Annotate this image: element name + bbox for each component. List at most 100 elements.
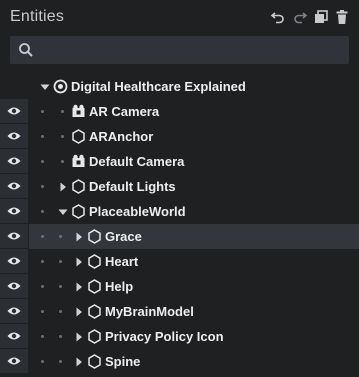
hexagon-entity-icon <box>71 204 86 219</box>
entity-label: Privacy Policy Icon <box>105 329 224 344</box>
visibility-toggle[interactable] <box>0 249 28 274</box>
chevron-down-icon[interactable] <box>57 205 69 217</box>
visibility-toggle[interactable] <box>0 274 28 299</box>
tree-row-content: Default Lights <box>29 174 359 199</box>
tree-row-content: Spine <box>29 349 359 374</box>
tree-row[interactable]: Heart <box>0 249 359 274</box>
entity-label: Help <box>105 279 134 294</box>
eye-icon <box>7 256 21 266</box>
redo-icon[interactable] <box>292 9 308 25</box>
indent-guide-dot <box>41 210 44 213</box>
chevron-right-icon[interactable] <box>73 280 85 292</box>
visibility-toggle[interactable] <box>0 99 28 124</box>
eye-icon <box>7 206 21 216</box>
visibility-toggle[interactable] <box>0 224 28 249</box>
eye-icon <box>7 356 21 366</box>
chevron-right-icon[interactable] <box>57 180 69 192</box>
panel-header: Entities <box>0 0 359 34</box>
tree-row[interactable]: Default Lights <box>0 174 359 199</box>
indent-guide-dot <box>59 285 62 288</box>
panel-title: Entities <box>10 8 65 25</box>
tree-row[interactable]: ARAnchor <box>0 124 359 149</box>
eye-icon <box>7 231 21 241</box>
tree-row[interactable]: AR Camera <box>0 99 359 124</box>
tree-row[interactable]: Spine <box>0 349 359 374</box>
tree-row-content: Privacy Policy Icon <box>29 324 359 349</box>
indent-guide-dot <box>59 260 62 263</box>
eye-icon <box>7 156 21 166</box>
hexagon-entity-icon <box>87 354 102 369</box>
tree-row-content: AR Camera <box>29 99 359 124</box>
entity-label: PlaceableWorld <box>89 204 186 219</box>
tree-row-content: Default Camera <box>29 149 359 174</box>
hexagon-entity-icon <box>87 329 102 344</box>
visibility-toggle[interactable] <box>0 324 28 349</box>
entity-label: Grace <box>105 229 142 244</box>
tree-row[interactable]: Grace <box>0 224 359 249</box>
tree-row[interactable]: PlaceableWorld <box>0 199 359 224</box>
visibility-toggle[interactable] <box>0 199 28 224</box>
visibility-toggle[interactable] <box>0 149 28 174</box>
visibility-toggle[interactable] <box>0 174 28 199</box>
tree-row[interactable]: Help <box>0 274 359 299</box>
entity-label: Digital Healthcare Explained <box>71 79 246 94</box>
hexagon-entity-icon <box>87 304 102 319</box>
search-input[interactable] <box>40 39 344 63</box>
tree-row-content: Digital Healthcare Explained <box>29 74 359 99</box>
undo-icon[interactable] <box>270 9 286 25</box>
tree-row-content: Help <box>29 274 359 299</box>
chevron-right-icon[interactable] <box>73 305 85 317</box>
search-icon <box>18 42 34 58</box>
entity-tree: Digital Healthcare Explained AR Camera ARA… <box>0 74 359 374</box>
tree-row-content: PlaceableWorld <box>29 199 359 224</box>
indent-guide-dot <box>41 160 44 163</box>
scene-icon <box>53 79 68 94</box>
tree-row[interactable]: Default Camera <box>0 149 359 174</box>
eye-icon <box>7 281 21 291</box>
trash-icon[interactable] <box>334 9 350 25</box>
indent-guide-dot <box>41 260 44 263</box>
indent-guide-dot <box>41 185 44 188</box>
tree-row-content: Heart <box>29 249 359 274</box>
entity-label: Spine <box>105 354 141 369</box>
tree-row[interactable]: MyBrainModel <box>0 299 359 324</box>
tree-row-content: ARAnchor <box>29 124 359 149</box>
eye-icon <box>7 181 21 191</box>
indent-guide-dot <box>61 110 64 113</box>
duplicate-icon[interactable] <box>313 9 329 25</box>
camera-icon <box>71 104 86 119</box>
chevron-right-icon[interactable] <box>73 355 85 367</box>
eye-icon <box>7 106 21 116</box>
hexagon-entity-icon <box>87 229 102 244</box>
chevron-down-icon[interactable] <box>39 80 51 92</box>
entity-label: MyBrainModel <box>105 304 194 319</box>
camera-icon <box>71 154 86 169</box>
entity-label: Default Camera <box>89 154 185 169</box>
chevron-right-icon[interactable] <box>73 255 85 267</box>
entity-label: AR Camera <box>89 104 160 119</box>
indent-guide-dot <box>41 360 44 363</box>
tree-row-content: Grace <box>29 224 359 249</box>
indent-guide-dot <box>41 310 44 313</box>
entities-panel: Entities Digital Healthcare Explained AR… <box>0 0 359 377</box>
search-bar[interactable] <box>10 36 349 64</box>
visibility-toggle[interactable] <box>0 74 28 99</box>
eye-icon <box>7 131 21 141</box>
chevron-right-icon[interactable] <box>73 330 85 342</box>
indent-guide-dot <box>59 310 62 313</box>
indent-guide-dot <box>61 135 64 138</box>
visibility-toggle[interactable] <box>0 299 28 324</box>
visibility-toggle[interactable] <box>0 349 28 374</box>
entity-label: ARAnchor <box>89 129 154 144</box>
tree-root-row[interactable]: Digital Healthcare Explained <box>0 74 359 99</box>
hexagon-entity-icon <box>71 129 86 144</box>
tree-row-content: MyBrainModel <box>29 299 359 324</box>
indent-guide-dot <box>41 110 44 113</box>
chevron-right-icon[interactable] <box>73 230 85 242</box>
tree-row[interactable]: Privacy Policy Icon <box>0 324 359 349</box>
indent-guide-dot <box>41 135 44 138</box>
eye-icon <box>7 306 21 316</box>
eye-icon <box>7 331 21 341</box>
visibility-toggle[interactable] <box>0 124 28 149</box>
entity-label: Heart <box>105 254 139 269</box>
